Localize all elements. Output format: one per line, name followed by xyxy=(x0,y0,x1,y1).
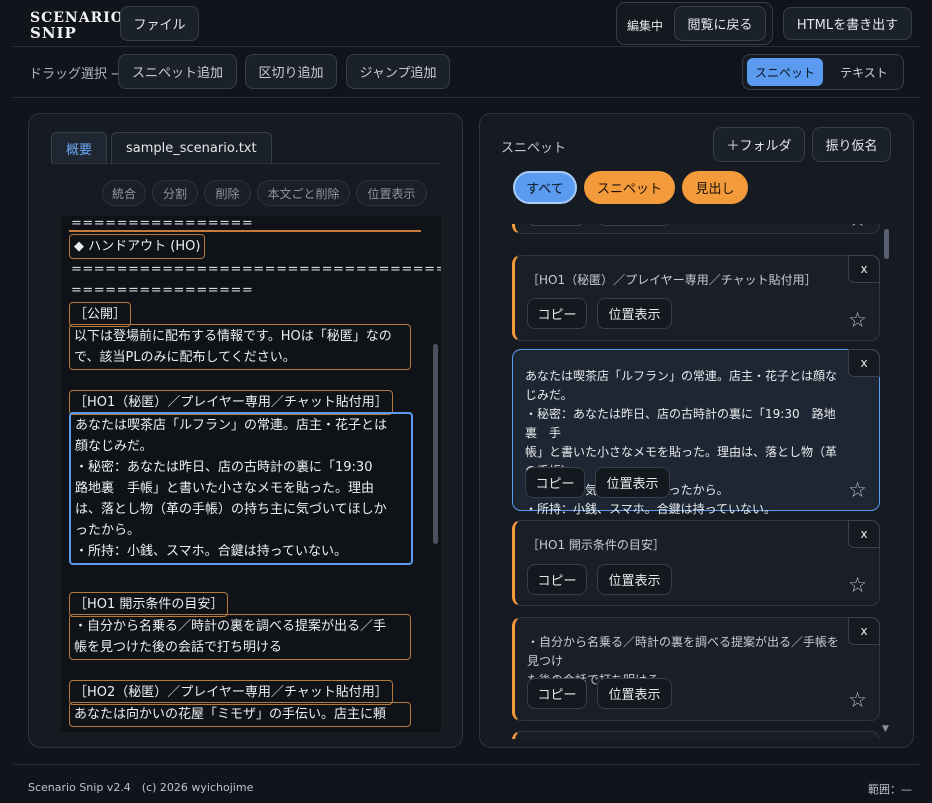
card-line: ・所持：小銭、スマホ。合鍵は持っていない。 xyxy=(525,502,777,516)
locate-button[interactable]: 位置表示 xyxy=(595,467,670,498)
snippet-card[interactable] xyxy=(512,731,880,739)
star-icon[interactable]: ☆ xyxy=(848,688,867,712)
copy-button[interactable]: コピー xyxy=(527,298,587,329)
block-line: ・秘密：あなたは昨日、店の古時計の裏に「19:30 xyxy=(75,460,373,475)
close-icon[interactable]: x xyxy=(848,617,880,645)
mode-label: 編集中 xyxy=(627,19,664,33)
block-line: 以下は登場前に配布する情報です。HOは「秘匿」なの xyxy=(74,329,392,344)
star-icon[interactable]: ☆ xyxy=(848,308,867,332)
snippet-panel-title: スニペット xyxy=(501,141,567,156)
snippet-card[interactable]: ［HO1 開示条件の目安］ x コピー 位置表示 ☆ xyxy=(512,520,880,606)
add-folder-button[interactable]: ＋フォルダ xyxy=(713,127,805,162)
block-line: あなたは向かいの花屋「ミモザ」の手伝い。店主に頼 xyxy=(74,707,387,722)
snippet-card[interactable]: ・自分から名乗る／時計の裏を調べる提案が出る／手帳を見つけ た後の会話で打ち明け… xyxy=(512,617,880,721)
furigana-button[interactable]: 振り仮名 xyxy=(812,127,891,162)
view-text-toggle[interactable]: テキスト xyxy=(827,58,901,86)
card-line: ・秘密：あなたは昨日、店の古時計の裏に「19:30 路地裏 手 xyxy=(525,407,836,440)
snippet-block[interactable]: あなたは向かいの花屋「ミモザ」の手伝い。店主に頼 xyxy=(69,702,411,727)
delete-with-text-button[interactable]: 本文ごと削除 xyxy=(257,180,350,206)
app-logo: SCENARIO SNIP xyxy=(28,9,123,42)
editor-line: ================ xyxy=(71,216,254,231)
toolbar-divider xyxy=(13,97,919,98)
block-line: で、該当PLのみに配布してください。 xyxy=(74,350,296,365)
filter-all[interactable]: すべて xyxy=(513,171,577,204)
tab-underline xyxy=(51,163,440,164)
tab-file[interactable]: sample_scenario.txt xyxy=(111,132,272,163)
card-line: あなたは喫茶店「ルフラン」の常連。店主・花子とは顔なじみだ。 xyxy=(525,369,838,402)
block-line: 路地裏 手帳」と書いた小さなメモを貼った。理由 xyxy=(75,481,375,496)
locate-button[interactable]: 位置表示 xyxy=(597,298,672,329)
close-icon[interactable]: x xyxy=(848,520,880,548)
mode-group: 編集中 閲覧に戻る xyxy=(616,2,773,45)
view-snippet-toggle[interactable]: スニペット xyxy=(747,58,823,86)
export-html-button[interactable]: HTMLを書き出す xyxy=(783,7,912,40)
header-divider xyxy=(13,46,919,47)
text-editor[interactable]: ================ ◆ ハンドアウト (HO) =========… xyxy=(61,216,441,732)
editor-line: ========================================… xyxy=(71,262,441,277)
copy-button[interactable]: コピー xyxy=(527,564,587,595)
star-icon[interactable]: ☆ xyxy=(848,573,867,597)
close-icon[interactable]: x xyxy=(848,349,880,377)
snippet-list: ☆ ［HO1（秘匿）／プレイヤー専用／チャット貼付用］ x コピー 位置表示 ☆… xyxy=(502,224,892,739)
block-line: あなたは喫茶店「ルフラン」の常連。店主・花子とは xyxy=(75,418,388,433)
close-icon[interactable]: x xyxy=(848,255,880,283)
snippet-card[interactable]: ［HO1（秘匿）／プレイヤー専用／チャット貼付用］ x コピー 位置表示 ☆ xyxy=(512,255,880,341)
copy-button[interactable] xyxy=(527,224,585,226)
snippet-panel: スニペット ＋フォルダ 振り仮名 すべて スニペット 見出し ☆ ［HO1（秘匿… xyxy=(479,113,914,748)
footer-divider xyxy=(13,764,919,765)
card-text: ［HO1（秘匿）／プレイヤー専用／チャット貼付用］ xyxy=(527,273,817,287)
block-line: ったから。 xyxy=(75,523,141,538)
back-to-view-button[interactable]: 閲覧に戻る xyxy=(674,6,766,41)
card-text: ［HO1 開示条件の目安］ xyxy=(527,538,665,552)
snippet-scrollbar[interactable] xyxy=(884,229,889,259)
block-line: 顔なじみだ。 xyxy=(75,439,153,454)
snippet-block-selected[interactable]: あなたは喫茶店「ルフラン」の常連。店主・花子とは 顔なじみだ。 ・秘密：あなたは… xyxy=(69,412,413,565)
split-button[interactable]: 分割 xyxy=(152,180,198,206)
locate-button[interactable]: 位置表示 xyxy=(356,180,427,206)
add-snippet-button[interactable]: スニペット追加 xyxy=(118,54,237,89)
locate-button[interactable]: 位置表示 xyxy=(597,564,672,595)
delete-button[interactable]: 削除 xyxy=(204,180,251,206)
copy-button[interactable]: コピー xyxy=(527,678,587,709)
scroll-down-icon[interactable]: ▼ xyxy=(882,724,889,734)
locate-button[interactable]: 位置表示 xyxy=(597,678,672,709)
snippet-card-active[interactable]: あなたは喫茶店「ルフラン」の常連。店主・花子とは顔なじみだ。 ・秘密：あなたは昨… xyxy=(512,349,880,516)
snippet-card[interactable]: ☆ xyxy=(512,224,880,234)
add-jump-button[interactable]: ジャンプ追加 xyxy=(346,54,450,89)
editor-scrollbar[interactable] xyxy=(433,344,438,544)
editor-panel: 概要 sample_scenario.txt 統合 分割 削除 本文ごと削除 位… xyxy=(28,113,463,748)
view-toggle: スニペット テキスト xyxy=(742,54,904,90)
editor-line: ================ xyxy=(71,283,254,298)
tab-overview[interactable]: 概要 xyxy=(51,132,108,163)
locate-button[interactable] xyxy=(597,224,672,226)
star-icon[interactable]: ☆ xyxy=(848,478,867,502)
footer-version: Scenario Snip v2.4 (c) 2026 wyichojime xyxy=(28,781,254,794)
logo-line2: SNIP xyxy=(30,24,77,42)
snippet-block[interactable]: ・自分から名乗る／時計の裏を調べる提案が出る／手 帳を見つけた後の会話で打ち明け… xyxy=(69,614,411,660)
footer-range: 範囲：— xyxy=(868,783,912,796)
star-icon[interactable]: ☆ xyxy=(848,224,867,231)
snippet-block[interactable]: 以下は登場前に配布する情報です。HOは「秘匿」なの で、該当PLのみに配布してく… xyxy=(69,324,411,370)
add-separator-button[interactable]: 区切り追加 xyxy=(245,54,337,89)
block-line: は、落とし物（革の手帳）の持ち主に気づいてほしか xyxy=(75,502,387,517)
block-line: ・自分から名乗る／時計の裏を調べる提案が出る／手 xyxy=(74,619,387,634)
drag-select-label: ドラッグ選択 → xyxy=(29,67,123,82)
filter-heading[interactable]: 見出し xyxy=(682,171,748,204)
card-line: ・自分から名乗る／時計の裏を調べる提案が出る／手帳を見つけ xyxy=(527,635,840,668)
merge-button[interactable]: 統合 xyxy=(102,180,146,206)
heading-block[interactable]: ◆ ハンドアウト (HO) xyxy=(69,234,206,259)
block-line: 帳を見つけた後の会話で打ち明ける xyxy=(74,640,283,655)
file-button[interactable]: ファイル xyxy=(120,6,199,41)
block-line: ・所持：小銭、スマホ。合鍵は持っていない。 xyxy=(75,544,347,559)
filter-snippet[interactable]: スニペット xyxy=(584,171,675,204)
copy-button[interactable]: コピー xyxy=(525,467,585,498)
